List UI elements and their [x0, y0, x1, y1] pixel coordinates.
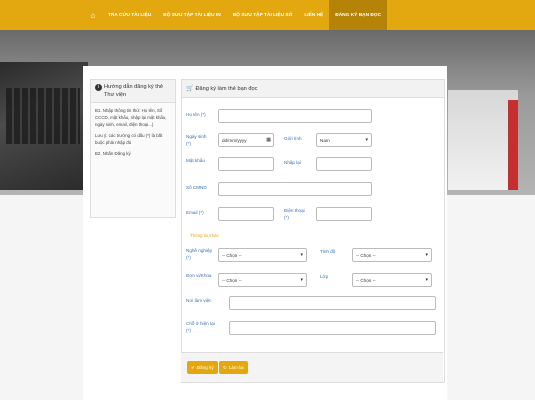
lop-select[interactable]: -- Chọn -- ▾: [352, 273, 432, 287]
laptop-keyboard: [6, 88, 80, 144]
chohientai-input[interactable]: [229, 321, 436, 335]
noilamviec-input[interactable]: [229, 296, 436, 310]
reset-label: Làm lại: [228, 365, 244, 370]
ngaysinh-label: Ngày sinh (*): [186, 134, 207, 146]
registration-panel: 🛒 Đăng ký làm thẻ bạn đọc: [181, 79, 445, 383]
tinhdo-label: Tỉnh độ: [320, 249, 336, 254]
ngaysinh-input[interactable]: dd/mm/yyyy ▦: [218, 133, 274, 147]
guide-panel: i Hướng dẫn đăng ký thẻ Thư viện B1. Nhậ…: [90, 79, 176, 218]
chevron-down-icon: ▾: [300, 252, 303, 258]
chevron-down-icon: ▾: [425, 252, 428, 258]
chohientai-label: Chỗ ở hiện tại (*): [186, 321, 215, 333]
socmnd-input[interactable]: [218, 182, 372, 196]
calendar-icon[interactable]: ▦: [266, 137, 271, 143]
nghenghiep-label: Nghề nghiệp (*): [186, 248, 213, 260]
submit-label: Đăng ký: [196, 365, 214, 370]
guide-step-1: B1. Nhập thông tin thứ: Họ tên, Số CCCD,…: [95, 108, 167, 127]
form-footer: ✔ Đăng ký ↻ Làm lại: [181, 352, 443, 382]
laptop-image: [0, 62, 88, 190]
home-icon[interactable]: ⌂: [84, 0, 102, 30]
form-title: Đăng ký làm thẻ bạn đọc: [195, 85, 258, 92]
chevron-down-icon: ▾: [365, 137, 368, 143]
nav-tra-cuu[interactable]: TRA CỨU TÀI LIỆU: [102, 0, 157, 30]
check-icon: ✔: [191, 364, 195, 370]
guide-step-2: B2. Nhấn Đăng ký: [95, 151, 131, 156]
nghenghiep-value: -- Chọn --: [222, 252, 242, 258]
gioitinh-value: Nam: [320, 137, 330, 143]
submit-button[interactable]: ✔ Đăng ký: [187, 361, 218, 374]
top-nav: ⌂ TRA CỨU TÀI LIỆU BỘ SƯU TẬP TÀI LIỆU I…: [0, 0, 535, 30]
refresh-icon: ↻: [223, 364, 227, 370]
matkhau-label: Mật khẩu: [186, 158, 205, 163]
nav-tai-lieu-so[interactable]: BỘ SƯU TẬP TÀI LIỆU SỐ: [227, 0, 299, 30]
gioitinh-label: Giới tính: [284, 136, 302, 141]
nhaplai-label: Nhập lại: [284, 160, 301, 165]
chevron-down-icon: ▾: [300, 277, 303, 283]
donvi-value: -- Chọn --: [222, 277, 242, 283]
nhaplai-input[interactable]: [316, 157, 372, 171]
notebook-image: [448, 90, 518, 190]
tinhdo-value: -- Chọn --: [356, 252, 376, 258]
ngaysinh-placeholder: dd/mm/yyyy: [222, 137, 247, 143]
chevron-down-icon: ▾: [425, 277, 428, 283]
nav-tai-lieu-in[interactable]: BỘ SƯU TẬP TÀI LIỆU IN: [157, 0, 226, 30]
email-input[interactable]: [218, 207, 274, 221]
guide-title: Hướng dẫn đăng ký thẻ Thư viện: [104, 84, 164, 98]
guide-body: B1. Nhập thông tin thứ: Họ tên, Số CCCD,…: [91, 103, 175, 163]
lop-value: -- Chọn --: [356, 277, 376, 283]
nav-lien-he[interactable]: LIÊN HỆ: [298, 0, 329, 30]
guide-header: i Hướng dẫn đăng ký thẻ Thư viện: [91, 80, 175, 103]
form-header: 🛒 Đăng ký làm thẻ bạn đọc: [182, 80, 444, 98]
nav-dang-ky[interactable]: ĐĂNG KÝ BẠN ĐỌC: [329, 0, 388, 30]
email-label: Email (*): [186, 210, 204, 215]
matkhau-input[interactable]: [218, 157, 274, 171]
lop-label: Lớp: [320, 274, 329, 279]
nghenghiep-select[interactable]: -- Chọn -- ▾: [218, 248, 307, 262]
donvi-select[interactable]: -- Chọn -- ▾: [218, 273, 307, 287]
tinhdo-select[interactable]: -- Chọn -- ▾: [352, 248, 432, 262]
noilamviec-label: Nơi làm việc: [186, 298, 212, 303]
cart-icon: 🛒: [186, 86, 194, 92]
dienthoai-label: Điện thoại (*): [284, 208, 305, 220]
dienthoai-input[interactable]: [316, 207, 372, 221]
donvi-label: Đơn vị/Khoa: [186, 273, 212, 278]
hoten-input[interactable]: [218, 109, 372, 123]
notebook-cover: [508, 100, 518, 190]
info-icon: i: [95, 84, 102, 91]
gioitinh-select[interactable]: Nam ▾: [316, 133, 372, 147]
section-other-info: Thông tin khác: [190, 233, 219, 238]
reset-button[interactable]: ↻ Làm lại: [219, 361, 248, 374]
hoten-label: Họ tên (*): [186, 112, 206, 117]
guide-note: Lưu ý: các trường có dấu (*) là bắt buộc…: [95, 133, 163, 145]
socmnd-label: Số CMND: [186, 185, 207, 190]
